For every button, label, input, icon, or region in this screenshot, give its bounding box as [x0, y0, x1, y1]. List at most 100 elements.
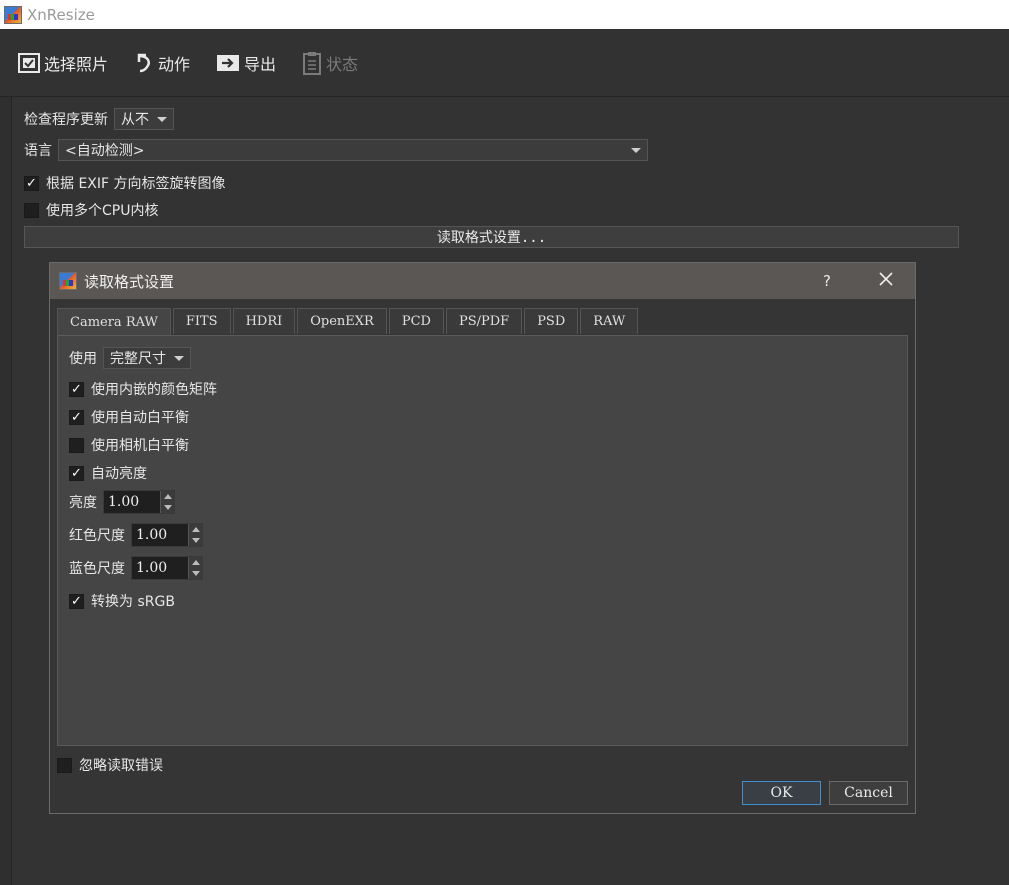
help-button[interactable]: ? [823, 272, 831, 290]
arrow-down-icon [163, 505, 172, 510]
embedded-matrix-label: 使用内嵌的颜色矩阵 [91, 382, 217, 398]
check-updates-value: 从不 [121, 112, 149, 128]
tab-fits[interactable]: FITS [172, 308, 231, 334]
clipboard-icon [303, 51, 322, 75]
dialog-titlebar: 读取格式设置 ? [50, 263, 915, 299]
dialog-title: 读取格式设置 [84, 272, 175, 291]
check-updates-select[interactable]: 从不 [114, 108, 174, 130]
camera-wb-label: 使用相机白平衡 [91, 438, 189, 454]
exif-rotate-checkbox[interactable]: ✓ [24, 175, 39, 191]
actions-label: 动作 [158, 54, 191, 74]
status-label: 状态 [326, 54, 359, 74]
to-srgb-label: 转换为 sRGB [91, 594, 175, 610]
main-toolbar: 选择照片 动作 导出 状态 [0, 29, 1009, 97]
decrement-button[interactable] [189, 535, 202, 546]
camera-wb-row: 使用相机白平衡 [69, 435, 189, 455]
tab-openexr[interactable]: OpenEXR [297, 308, 387, 334]
arrow-up-icon [191, 560, 200, 565]
use-row: 使用 完整尺寸 [69, 347, 191, 369]
blue-scale-label: 蓝色尺度 [69, 561, 125, 577]
brightness-spinbox [103, 490, 175, 514]
chevron-down-icon [174, 355, 184, 361]
to-srgb-checkbox[interactable]: ✓ [69, 593, 84, 609]
increment-button[interactable] [161, 491, 174, 502]
brightness-row: 亮度 [69, 490, 175, 514]
use-size-value: 完整尺寸 [110, 351, 166, 367]
app-icon [4, 5, 22, 24]
select-photos-label: 选择照片 [44, 54, 109, 74]
check-updates-row: 检查程序更新 从不 [24, 108, 174, 130]
tab-camera-raw[interactable]: Camera RAW [57, 308, 171, 335]
to-srgb-row: ✓ 转换为 sRGB [69, 591, 175, 611]
brightness-input[interactable] [104, 491, 160, 513]
tab-raw[interactable]: RAW [580, 308, 639, 334]
ignore-errors-row: 忽略读取错误 [57, 755, 163, 775]
multi-cpu-label: 使用多个CPU内核 [46, 203, 159, 219]
ignore-errors-checkbox[interactable] [57, 757, 72, 773]
window-title: XnResize [27, 5, 95, 24]
read-format-settings-button[interactable]: 读取格式设置... [24, 226, 959, 248]
exif-rotate-row: ✓ 根据 EXIF 方向标签旋转图像 [24, 173, 226, 193]
undo-arrow-icon [137, 53, 150, 72]
auto-brightness-checkbox[interactable]: ✓ [69, 465, 84, 481]
arrow-up-icon [191, 527, 200, 532]
red-scale-label: 红色尺度 [69, 528, 125, 544]
close-icon [879, 272, 893, 286]
auto-wb-label: 使用自动白平衡 [91, 410, 189, 426]
brightness-stepper [160, 491, 174, 513]
ok-button[interactable]: OK [742, 781, 821, 805]
red-scale-stepper [188, 524, 202, 546]
brightness-label: 亮度 [69, 495, 97, 511]
red-scale-spinbox [131, 523, 203, 547]
blue-scale-stepper [188, 557, 202, 579]
blue-scale-spinbox [131, 556, 203, 580]
tab-pcd[interactable]: PCD [388, 308, 444, 334]
arrow-down-icon [191, 571, 200, 576]
arrow-up-icon [163, 494, 172, 499]
export-label: 导出 [244, 54, 277, 74]
format-tabs: Camera RAW FITS HDRI OpenEXR PCD PS/PDF … [57, 308, 640, 335]
tab-psd[interactable]: PSD [524, 308, 579, 334]
language-row: 语言 <自动检测> [24, 139, 648, 161]
export-icon [217, 54, 240, 71]
cancel-button[interactable]: Cancel [829, 781, 908, 805]
ignore-errors-label: 忽略读取错误 [79, 758, 163, 774]
auto-wb-row: ✓ 使用自动白平衡 [69, 407, 189, 427]
use-size-select[interactable]: 完整尺寸 [103, 347, 191, 369]
increment-button[interactable] [189, 557, 202, 568]
tab-hdri[interactable]: HDRI [232, 308, 296, 334]
red-scale-row: 红色尺度 [69, 523, 203, 547]
auto-wb-checkbox[interactable]: ✓ [69, 409, 84, 425]
auto-brightness-label: 自动亮度 [91, 466, 147, 482]
embedded-matrix-row: ✓ 使用内嵌的颜色矩阵 [69, 379, 217, 399]
chevron-down-icon [631, 147, 641, 153]
camera-wb-checkbox[interactable] [69, 437, 84, 453]
red-scale-input[interactable] [132, 524, 188, 546]
camera-raw-panel: 使用 完整尺寸 ✓ 使用内嵌的颜色矩阵 ✓ 使用自动白平衡 使用相机白平衡 ✓ … [57, 335, 908, 746]
chevron-down-icon [157, 116, 167, 122]
export-button[interactable]: 导出 [216, 51, 276, 75]
close-button[interactable] [879, 272, 893, 290]
read-format-dialog: 读取格式设置 ? Camera RAW FITS HDRI OpenEXR PC… [49, 262, 916, 814]
status-button[interactable]: 状态 [302, 51, 358, 75]
exif-rotate-label: 根据 EXIF 方向标签旋转图像 [46, 176, 226, 192]
language-value: <自动检测> [65, 143, 145, 159]
blue-scale-input[interactable] [132, 557, 188, 579]
multi-cpu-checkbox[interactable] [24, 202, 39, 218]
arrow-down-icon [191, 538, 200, 543]
select-photos-icon [18, 52, 40, 73]
decrement-button[interactable] [161, 502, 174, 513]
multi-cpu-row: 使用多个CPU内核 [24, 200, 158, 220]
window-titlebar: XnResize [0, 0, 1009, 29]
decrement-button[interactable] [189, 568, 202, 579]
check-updates-label: 检查程序更新 [24, 112, 108, 128]
increment-button[interactable] [189, 524, 202, 535]
language-select[interactable]: <自动检测> [58, 139, 648, 161]
auto-brightness-row: ✓ 自动亮度 [69, 463, 147, 483]
blue-scale-row: 蓝色尺度 [69, 556, 203, 580]
select-photos-button[interactable]: 选择照片 [18, 51, 108, 75]
actions-button[interactable]: 动作 [134, 51, 190, 75]
use-label: 使用 [69, 351, 97, 367]
tab-ps-pdf[interactable]: PS/PDF [445, 308, 523, 334]
embedded-matrix-checkbox[interactable]: ✓ [69, 381, 84, 397]
